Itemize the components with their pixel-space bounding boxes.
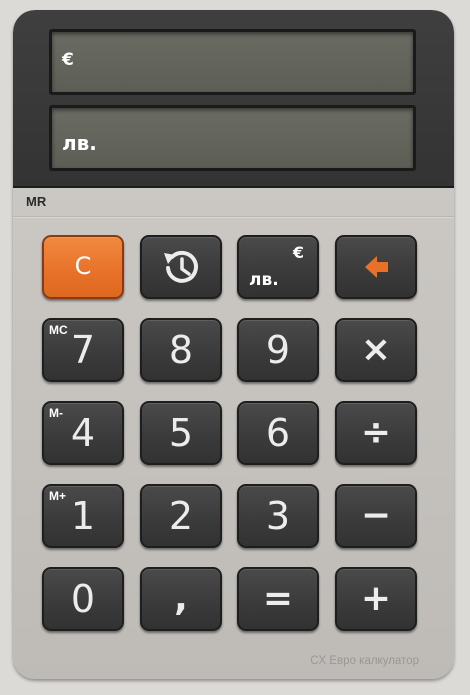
digit-9-button[interactable]: 9 — [237, 318, 319, 382]
equals-label: = — [262, 578, 294, 619]
euro-display: € — [49, 29, 416, 95]
minus-label: − — [360, 495, 392, 536]
decimal-comma-label: , — [174, 578, 188, 619]
clear-button[interactable]: C — [42, 235, 124, 299]
brand-label: CX Евро калкулатор — [310, 655, 419, 667]
convert-euro-label: € — [292, 243, 304, 262]
digit-7-button[interactable]: MC 7 — [42, 318, 124, 382]
backspace-button[interactable] — [335, 235, 417, 299]
digit-3-button[interactable]: 3 — [237, 484, 319, 548]
digit-1-button[interactable]: M+ 1 — [42, 484, 124, 548]
memory-recall-label[interactable]: MR — [26, 194, 46, 209]
decimal-comma-button[interactable]: , — [140, 567, 222, 631]
plus-button[interactable]: + — [335, 567, 417, 631]
history-button[interactable] — [140, 235, 222, 299]
divide-button[interactable]: ÷ — [335, 401, 417, 465]
digit-3-label: 3 — [265, 494, 291, 538]
leva-currency-label: лв. — [62, 131, 97, 155]
divider — [13, 216, 454, 218]
digit-6-label: 6 — [265, 411, 291, 455]
euro-currency-label: € — [62, 50, 74, 70]
multiply-label: × — [360, 329, 392, 370]
plus-label: + — [360, 578, 392, 619]
leva-display: лв. — [49, 105, 416, 171]
digit-8-button[interactable]: 8 — [140, 318, 222, 382]
digit-4-button[interactable]: M- 4 — [42, 401, 124, 465]
equals-button[interactable]: = — [237, 567, 319, 631]
history-icon — [142, 237, 220, 297]
digit-0-button[interactable]: 0 — [42, 567, 124, 631]
digit-1-label: 1 — [70, 494, 96, 538]
backspace-arrow-icon — [337, 237, 415, 297]
minus-button[interactable]: − — [335, 484, 417, 548]
digit-5-button[interactable]: 5 — [140, 401, 222, 465]
divide-label: ÷ — [360, 412, 392, 453]
digit-8-label: 8 — [168, 328, 194, 372]
multiply-button[interactable]: × — [335, 318, 417, 382]
convert-leva-label: лв. — [249, 270, 279, 290]
digit-5-label: 5 — [168, 411, 194, 455]
digit-7-label: 7 — [70, 328, 96, 372]
digit-9-label: 9 — [265, 328, 291, 372]
currency-convert-button[interactable]: € лв. — [237, 235, 319, 299]
calculator-body: € лв. MR C € лв. MC 7 8 9 × M- 4 5 6 ÷ M… — [13, 10, 454, 679]
digit-4-label: 4 — [70, 411, 96, 455]
display-panel: € лв. — [13, 10, 454, 188]
digit-2-label: 2 — [168, 494, 194, 538]
digit-2-button[interactable]: 2 — [140, 484, 222, 548]
digit-0-label: 0 — [70, 577, 96, 621]
digit-6-button[interactable]: 6 — [237, 401, 319, 465]
clear-button-label: C — [74, 252, 92, 280]
